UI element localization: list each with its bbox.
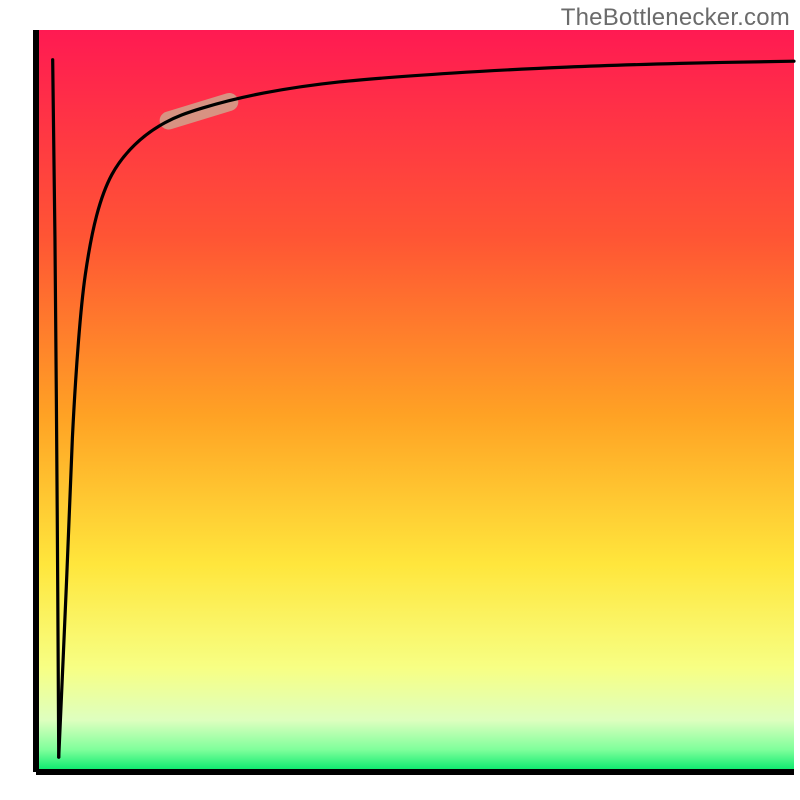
- plot-background: [36, 30, 794, 772]
- chart-stage: TheBottlenecker.com: [0, 0, 800, 800]
- watermark-text: TheBottlenecker.com: [561, 4, 790, 32]
- chart-svg: [0, 0, 800, 800]
